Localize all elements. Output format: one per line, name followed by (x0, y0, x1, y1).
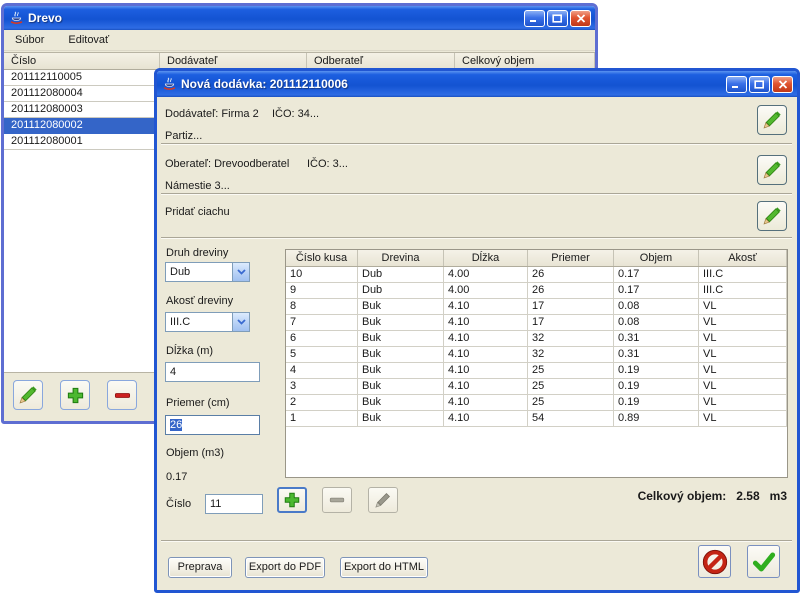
species-value: Dub (166, 266, 232, 278)
chevron-down-icon (232, 263, 249, 281)
export-html-button[interactable]: Export do HTML (340, 557, 428, 578)
dialog-title: Nová dodávka: 201112110006 (181, 77, 722, 91)
nova-dodavka-dialog: Nová dodávka: 201112110006 Dodávateľ: Fi… (154, 68, 800, 593)
add-stamp-label: Pridať ciachu (165, 206, 230, 218)
add-piece-button[interactable] (277, 487, 307, 513)
edit-supplier-button[interactable] (757, 105, 787, 135)
minimize-button[interactable] (524, 10, 545, 27)
supplier-ico: IČO: 34... (272, 108, 319, 120)
volume-label: Objem (m3) (166, 447, 224, 459)
table-row[interactable]: 7Buk4.10170.08VL (286, 315, 787, 331)
species-label: Druh dreviny (166, 247, 228, 259)
table-row[interactable]: 8Buk4.10170.08VL (286, 299, 787, 315)
maximize-button[interactable] (749, 76, 770, 93)
window-title: Drevo (28, 11, 520, 25)
cancel-button[interactable] (698, 545, 731, 578)
menu-editovat[interactable]: Editovať (65, 32, 112, 48)
remove-delivery-button[interactable] (107, 380, 137, 410)
column-header-objem[interactable]: Objem (614, 250, 699, 266)
pencil-icon (762, 160, 782, 180)
confirm-button[interactable] (747, 545, 780, 578)
preprava-button[interactable]: Preprava (168, 557, 232, 578)
length-label: Dĺžka (m) (166, 345, 213, 357)
export-pdf-button[interactable]: Export do PDF (245, 557, 325, 578)
add-delivery-button[interactable] (60, 380, 90, 410)
add-stamp-button[interactable] (757, 201, 787, 231)
minimize-button[interactable] (726, 76, 747, 93)
plus-icon (66, 386, 85, 405)
supplier-label: Dodávateľ: Firma 2 (165, 108, 259, 120)
column-header-akost[interactable]: Akosť (699, 250, 787, 266)
column-header-odberatel[interactable]: Odberateľ (307, 53, 455, 69)
remove-piece-button[interactable] (322, 487, 352, 513)
number-input[interactable]: 11 (205, 494, 263, 514)
table-row[interactable]: 2Buk4.10250.19VL (286, 395, 787, 411)
table-row[interactable]: 6Buk4.10320.31VL (286, 331, 787, 347)
customer-ico: IČO: 3... (307, 158, 348, 170)
diameter-label: Priemer (cm) (166, 397, 230, 409)
table-row[interactable]: 10Dub4.00260.17III.C (286, 267, 787, 283)
total-volume-label: Celkový objem: (638, 489, 727, 503)
quality-value: III.C (166, 316, 232, 328)
table-row[interactable]: 9Dub4.00260.17III.C (286, 283, 787, 299)
edit-customer-button[interactable] (757, 155, 787, 185)
quality-combobox[interactable]: III.C (165, 312, 250, 332)
pencil-icon (374, 491, 392, 509)
table-row[interactable]: 5Buk4.10320.31VL (286, 347, 787, 363)
separator (161, 143, 792, 145)
pencil-icon (18, 385, 38, 405)
column-header-dlzka[interactable]: Dĺžka (444, 250, 528, 266)
total-volume-unit: m3 (770, 489, 787, 503)
separator (161, 237, 792, 239)
table-row[interactable]: 4Buk4.10250.19VL (286, 363, 787, 379)
close-button[interactable] (570, 10, 591, 27)
pencil-icon (762, 110, 782, 130)
desktop: Drevo Súbor Editovať Číslo Dodávateľ Odb… (0, 0, 800, 593)
volume-value: 0.17 (166, 471, 187, 483)
customer-label: Oberateľ: Drevoodberatel (165, 158, 289, 170)
dialog-titlebar[interactable]: Nová dodávka: 201112110006 (157, 71, 797, 97)
species-combobox[interactable]: Dub (165, 262, 250, 282)
plus-icon (283, 491, 301, 509)
pencil-icon (762, 206, 782, 226)
number-label: Číslo (166, 498, 191, 510)
column-header-priemer[interactable]: Priemer (528, 250, 614, 266)
chevron-down-icon (232, 313, 249, 331)
java-app-icon (9, 11, 24, 26)
maximize-button[interactable] (547, 10, 568, 27)
table-row[interactable]: 3Buk4.10250.19VL (286, 379, 787, 395)
drevo-titlebar[interactable]: Drevo (4, 6, 595, 30)
column-header-celkovy-objem[interactable]: Celkový objem (455, 53, 595, 69)
length-input[interactable]: 4 (165, 362, 260, 382)
column-header-drevina[interactable]: Drevina (358, 250, 444, 266)
separator (161, 193, 792, 195)
pieces-table-body: 10Dub4.00260.17III.C9Dub4.00260.17III.C8… (286, 267, 787, 427)
column-header-cislo[interactable]: Číslo (4, 53, 160, 69)
table-row[interactable]: 1Buk4.10540.89VL (286, 411, 787, 427)
java-app-icon (162, 77, 177, 92)
total-volume-value: 2.58 (736, 489, 759, 503)
cancel-icon (702, 549, 728, 575)
pieces-table: Číslo kusa Drevina Dĺžka Priemer Objem A… (285, 249, 788, 478)
edit-piece-button[interactable] (368, 487, 398, 513)
total-volume: Celkový objem: 2.58 m3 (638, 489, 787, 503)
supplier-address: Partiz... (165, 130, 202, 142)
edit-delivery-button[interactable] (13, 380, 43, 410)
quality-label: Akosť dreviny (166, 295, 233, 307)
minus-icon (113, 386, 132, 405)
close-button[interactable] (772, 76, 793, 93)
column-header-cislo-kusa[interactable]: Číslo kusa (286, 250, 358, 266)
customer-address: Námestie 3... (165, 180, 230, 192)
menubar: Súbor Editovať (4, 30, 595, 51)
menu-subor[interactable]: Súbor (12, 32, 47, 48)
diameter-input[interactable]: 26 (165, 415, 260, 435)
check-icon (751, 549, 777, 575)
column-header-dodavatel[interactable]: Dodávateľ (160, 53, 307, 69)
minus-icon (328, 491, 346, 509)
separator (161, 540, 792, 542)
